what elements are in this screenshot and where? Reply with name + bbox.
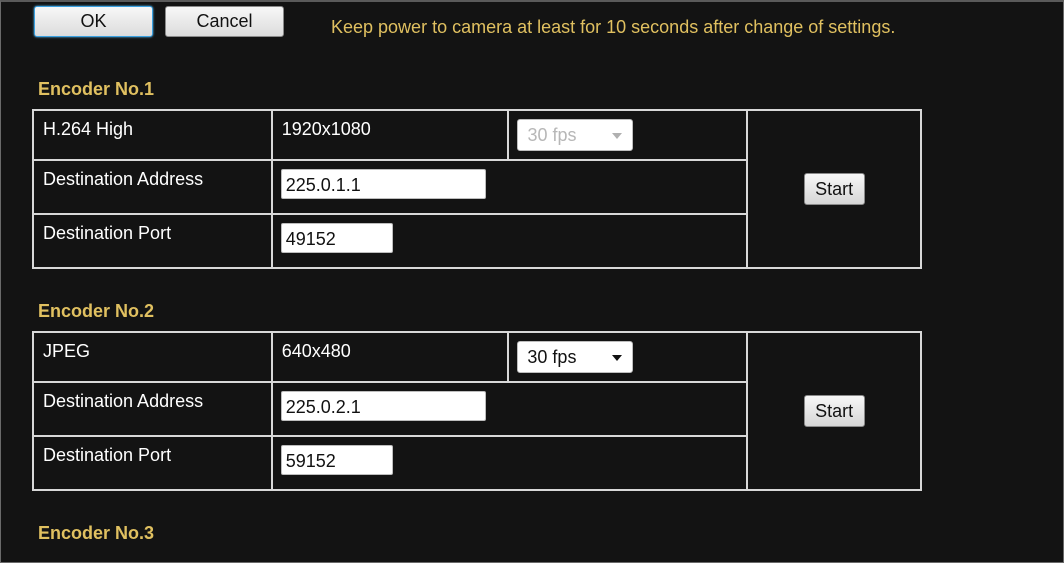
encoder-1-fps-value: 30 fps bbox=[527, 125, 577, 145]
power-notice: Keep power to camera at least for 10 sec… bbox=[331, 17, 896, 37]
cancel-button[interactable]: Cancel bbox=[165, 6, 284, 37]
encoder-1-resolution-cell: 1920x1080 bbox=[270, 109, 510, 161]
encoder-1-resolution: 1920x1080 bbox=[281, 119, 371, 139]
encoder-1-port-cell: 49152 bbox=[270, 213, 749, 269]
encoder-1-address-input[interactable]: 225.0.1.1 bbox=[280, 169, 486, 199]
encoder-2-start-button[interactable]: Start bbox=[803, 395, 865, 427]
encoder-2-address-cell: 225.0.2.1 bbox=[270, 381, 749, 437]
encoder-2-title: Encoder No.2 bbox=[38, 301, 155, 321]
encoder-3-title: Encoder No.3 bbox=[38, 523, 155, 543]
encoder-2-port-label: Destination Port bbox=[32, 435, 273, 491]
encoder-1-port-label: Destination Port bbox=[32, 213, 273, 269]
encoder-1-fps-cell: 30 fps bbox=[507, 109, 749, 161]
chevron-down-icon bbox=[612, 133, 623, 139]
encoder-1-start-cell: Start bbox=[746, 109, 922, 269]
encoder-2-address-label: Destination Address bbox=[32, 381, 273, 437]
encoder-1-address-cell: 225.0.1.1 bbox=[270, 159, 749, 215]
encoder-2-resolution-cell: 640x480 bbox=[270, 331, 510, 383]
encoder-2-address-input[interactable]: 225.0.2.1 bbox=[280, 391, 486, 421]
encoder-1-port-input[interactable]: 49152 bbox=[280, 223, 393, 253]
encoder-2-table: JPEG 640x480 30 fps Start Destination Ad… bbox=[32, 331, 922, 491]
encoder-1-start-button[interactable]: Start bbox=[803, 173, 865, 205]
encoder-1-table: H.264 High 1920x1080 30 fps Start Destin… bbox=[32, 109, 922, 269]
encoder-2-port-cell: 59152 bbox=[270, 435, 749, 491]
encoder-2-port-input[interactable]: 59152 bbox=[280, 445, 393, 475]
encoder-1-fps-select: 30 fps bbox=[517, 119, 634, 151]
encoder-2-resolution: 640x480 bbox=[281, 341, 351, 361]
chevron-down-icon bbox=[612, 355, 623, 361]
ok-button[interactable]: OK bbox=[34, 6, 153, 37]
encoder-1-title: Encoder No.1 bbox=[38, 79, 155, 99]
encoder-2-fps-cell: 30 fps bbox=[507, 331, 749, 383]
encoder-2-fps-select[interactable]: 30 fps bbox=[517, 341, 634, 373]
encoder-2-fps-value: 30 fps bbox=[527, 347, 577, 367]
encoder-1-codec: H.264 High bbox=[32, 109, 273, 161]
encoder-2-codec: JPEG bbox=[32, 331, 273, 383]
encoder-2-start-cell: Start bbox=[746, 331, 922, 491]
encoder-1-address-label: Destination Address bbox=[32, 159, 273, 215]
